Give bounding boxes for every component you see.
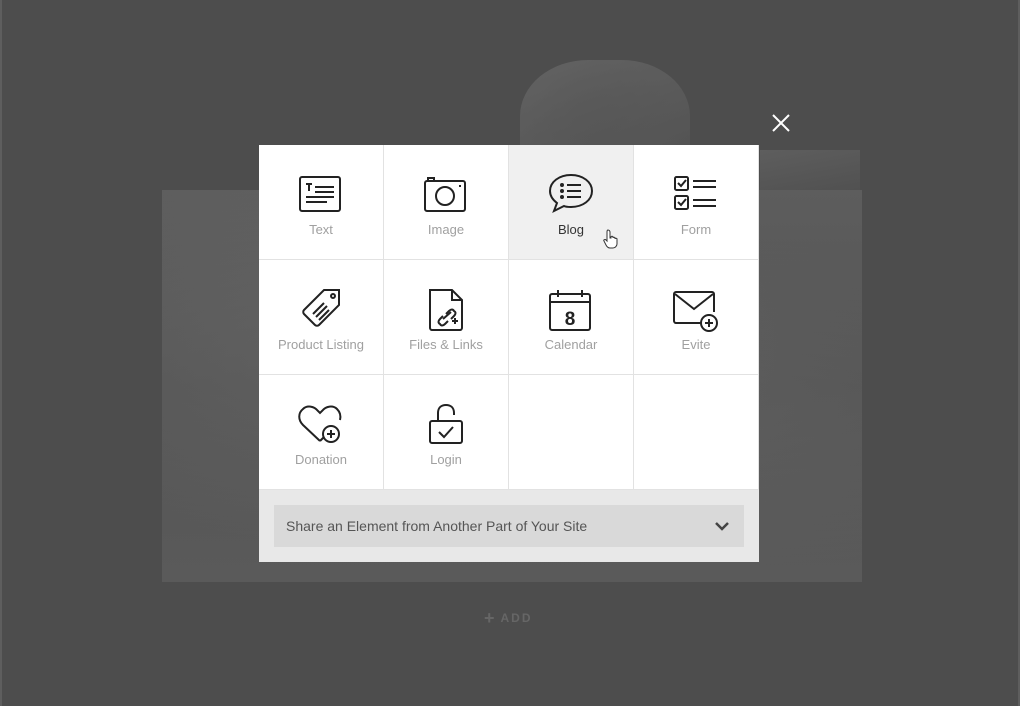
element-tile-form[interactable]: Form	[634, 145, 759, 260]
element-grid: Text Image Blog Form Product Listing Fil…	[259, 145, 759, 490]
page-edge	[0, 0, 2, 706]
element-tile-login[interactable]: Login	[384, 375, 509, 490]
add-label: ADD	[500, 611, 533, 625]
element-tile-label: Product Listing	[278, 337, 364, 352]
element-tile-label: Text	[309, 222, 333, 237]
add-element-modal: Text Image Blog Form Product Listing Fil…	[259, 145, 759, 562]
background-add-button: + ADD	[484, 608, 533, 629]
empty-tile	[634, 375, 759, 490]
camera-icon	[424, 177, 466, 212]
element-tile-label: Form	[680, 222, 712, 237]
element-tile-files-links[interactable]: Files & Links	[384, 260, 509, 375]
unlocked-padlock-icon	[429, 403, 463, 444]
envelope-plus-icon	[673, 291, 718, 332]
element-tile-label: Evite	[681, 337, 711, 352]
heart-plus-icon	[298, 405, 342, 443]
element-tile-image[interactable]: Image	[384, 145, 509, 260]
element-tile-evite[interactable]: Evite	[634, 260, 759, 375]
element-tile-product-listing[interactable]: Product Listing	[259, 260, 384, 375]
element-tile-label: Files & Links	[409, 337, 483, 352]
close-button[interactable]	[768, 110, 794, 136]
price-tag-icon	[302, 289, 340, 327]
element-tile-label: Calendar	[544, 337, 598, 352]
file-link-icon	[429, 289, 463, 331]
checklist-icon	[674, 176, 716, 210]
element-tile-text[interactable]: Text	[259, 145, 384, 260]
page-overlay: + ADD Text Image Blog Form Product Listi…	[0, 0, 1020, 706]
share-element-dropdown[interactable]: Share an Element from Another Part of Yo…	[274, 505, 744, 547]
speech-bubble-list-icon	[548, 173, 594, 214]
element-tile-label: Donation	[294, 452, 348, 467]
calendar-icon: 8	[549, 290, 591, 331]
element-tile-label: Login	[430, 452, 462, 467]
plus-icon: +	[484, 608, 497, 628]
close-icon	[772, 114, 790, 132]
chevron-down-icon	[715, 522, 729, 531]
share-element-label: Share an Element from Another Part of Yo…	[286, 518, 588, 534]
element-tile-calendar[interactable]: 8 Calendar	[509, 260, 634, 375]
empty-tile	[509, 375, 634, 490]
element-tile-donation[interactable]: Donation	[259, 375, 384, 490]
pointer-hand-cursor-icon	[603, 229, 618, 249]
text-block-icon	[299, 176, 341, 212]
element-tile-label: Image	[427, 222, 465, 237]
calendar-day: 8	[565, 309, 576, 330]
